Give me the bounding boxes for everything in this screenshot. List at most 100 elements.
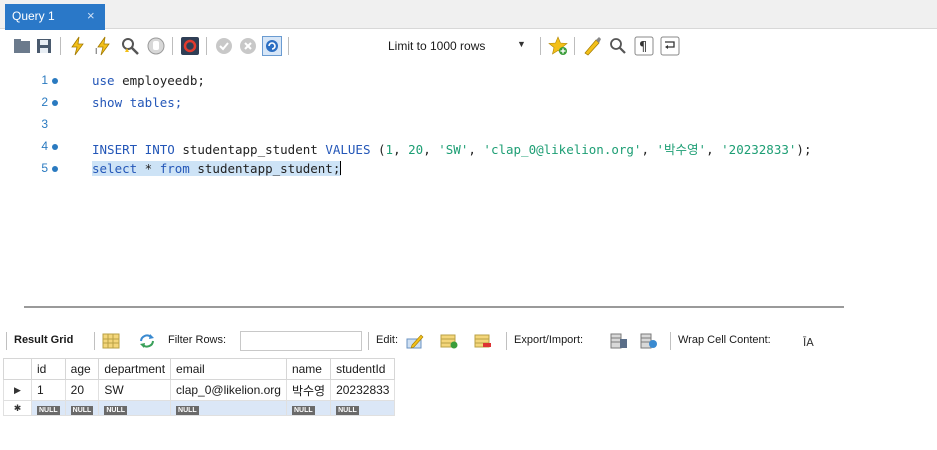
grid-cell[interactable]: NULL bbox=[64, 400, 100, 416]
null-badge: NULL bbox=[104, 406, 128, 415]
code-token: INSERT INTO bbox=[92, 142, 175, 157]
line-number: 1 bbox=[41, 73, 48, 87]
editor-line[interactable]: 1 use employeedb; bbox=[0, 70, 937, 92]
result-grid: id age department email name studentId ▶ 1 20 SW c… bbox=[3, 358, 396, 416]
column-header[interactable]: id bbox=[31, 358, 66, 380]
statement-marker-icon bbox=[52, 78, 58, 84]
column-header[interactable]: email bbox=[170, 358, 287, 380]
folder-icon[interactable] bbox=[12, 36, 32, 56]
svg-text:ĪA: ĪA bbox=[803, 336, 814, 349]
import-icon[interactable] bbox=[640, 333, 658, 349]
edit-label: Edit: bbox=[376, 334, 399, 346]
edit-row-icon[interactable] bbox=[406, 333, 424, 349]
wrap-cell-label: Wrap Cell Content: bbox=[678, 334, 771, 346]
close-tab-icon[interactable]: × bbox=[87, 8, 95, 23]
export-icon[interactable] bbox=[610, 333, 628, 349]
editor-line[interactable]: 3 bbox=[0, 114, 937, 136]
add-snippet-icon[interactable] bbox=[548, 36, 568, 56]
code-token: studentapp_student bbox=[174, 142, 326, 157]
line-number: 2 bbox=[41, 95, 48, 109]
code-token: , bbox=[706, 142, 722, 157]
grid-view-icon[interactable] bbox=[102, 333, 120, 349]
grid-cell[interactable]: 20 bbox=[64, 379, 100, 401]
code-token: 'SW' bbox=[438, 142, 469, 157]
code-token: , bbox=[393, 142, 409, 157]
execute-current-icon[interactable]: I bbox=[94, 36, 114, 56]
result-toolbar: Result Grid Filter Rows: Edit: Export/Im… bbox=[0, 328, 937, 354]
line-number: 4 bbox=[41, 139, 48, 153]
grid-cell[interactable]: NULL bbox=[31, 400, 66, 416]
grid-cell[interactable]: 1 bbox=[31, 379, 66, 401]
rollback-icon[interactable] bbox=[238, 36, 258, 56]
panel-splitter[interactable] bbox=[24, 306, 844, 308]
line-number: 3 bbox=[41, 117, 48, 131]
wrap-icon[interactable] bbox=[660, 36, 680, 56]
chevron-down-icon: ▼ bbox=[517, 39, 526, 49]
code-token: select bbox=[92, 161, 138, 176]
beautify-icon[interactable] bbox=[582, 36, 602, 56]
autocommit-icon[interactable] bbox=[262, 36, 282, 56]
current-row-icon: ▶ bbox=[3, 379, 32, 401]
code-token: VALUES bbox=[325, 142, 371, 157]
code-token: , bbox=[423, 142, 439, 157]
grid-corner bbox=[3, 358, 32, 380]
code-token: '20232833' bbox=[721, 142, 797, 157]
save-icon[interactable] bbox=[34, 36, 54, 56]
filter-rows-input[interactable] bbox=[240, 331, 362, 351]
limit-rows-select[interactable]: Limit to 1000 rows ▼ bbox=[380, 35, 530, 57]
grid-cell[interactable]: NULL bbox=[330, 400, 396, 416]
code-token: studentapp_student; bbox=[189, 161, 341, 176]
column-header[interactable]: age bbox=[64, 358, 100, 380]
new-row-icon: ✱ bbox=[3, 400, 32, 416]
null-badge: NULL bbox=[336, 406, 359, 415]
query-tab-bar: Query 1 × bbox=[0, 0, 937, 30]
statement-marker-icon bbox=[52, 166, 58, 172]
column-header[interactable]: studentId bbox=[330, 358, 396, 380]
column-header[interactable]: department bbox=[98, 358, 172, 380]
code-text: select * from studentapp_student; bbox=[92, 161, 342, 176]
editor-line[interactable]: 4 INSERT INTO studentapp_student VALUES (… bbox=[0, 136, 937, 158]
table-row[interactable]: ▶ 1 20 SW clap_0@likelion.org 박수영 20232833 bbox=[3, 379, 396, 401]
null-badge: NULL bbox=[37, 406, 60, 415]
explain-icon[interactable] bbox=[120, 36, 140, 56]
grid-cell[interactable]: clap_0@likelion.org bbox=[170, 379, 287, 401]
commit-icon[interactable] bbox=[214, 36, 234, 56]
grid-cell[interactable]: 20232833 bbox=[330, 379, 396, 401]
grid-cell[interactable]: SW bbox=[98, 379, 172, 401]
toggle-error-icon[interactable] bbox=[180, 36, 200, 56]
null-badge: NULL bbox=[291, 406, 315, 415]
column-header[interactable]: name bbox=[285, 358, 332, 380]
tab-query-1[interactable]: Query 1 × bbox=[5, 4, 105, 30]
code-token: ( bbox=[370, 142, 386, 157]
code-token: * bbox=[137, 161, 160, 176]
add-row-icon[interactable] bbox=[440, 333, 458, 349]
delete-row-icon[interactable] bbox=[474, 333, 492, 349]
sql-editor-toolbar: I Limit to 1000 rows ▼ ¶ bbox=[0, 30, 937, 62]
code-token: use bbox=[92, 73, 115, 88]
limit-rows-label: Limit to 1000 rows bbox=[388, 39, 486, 53]
sql-editor[interactable]: 1 use employeedb; 2 show tables; 3 4 INSERT IN… bbox=[0, 65, 937, 290]
result-grid-tab[interactable]: Result Grid bbox=[14, 334, 73, 346]
execute-icon[interactable] bbox=[68, 36, 88, 56]
filter-rows-label: Filter Rows: bbox=[168, 334, 227, 346]
code-token: 20 bbox=[408, 142, 424, 157]
wrap-cell-icon[interactable]: ĪA bbox=[800, 333, 818, 349]
editor-line[interactable]: 2 show tables; bbox=[0, 92, 937, 114]
grid-cell[interactable]: NULL bbox=[170, 400, 287, 416]
grid-cell[interactable]: NULL bbox=[98, 400, 172, 416]
refresh-icon[interactable] bbox=[138, 333, 156, 349]
null-badge: NULL bbox=[70, 406, 94, 415]
code-token: , bbox=[641, 142, 657, 157]
grid-cell[interactable]: NULL bbox=[285, 400, 332, 416]
stop-icon[interactable] bbox=[146, 36, 166, 56]
grid-header-row: id age department email name studentId bbox=[3, 358, 396, 380]
invisible-chars-icon[interactable]: ¶ bbox=[634, 36, 654, 56]
editor-line[interactable]: 5 select * from studentapp_student; bbox=[0, 158, 937, 180]
code-token: employeedb; bbox=[114, 73, 205, 88]
grid-cell[interactable]: 박수영 bbox=[285, 379, 332, 401]
export-import-label: Export/Import: bbox=[514, 334, 584, 346]
statement-marker-icon bbox=[52, 144, 58, 150]
find-icon[interactable] bbox=[608, 36, 628, 56]
line-number: 5 bbox=[41, 161, 48, 175]
new-row[interactable]: ✱ NULL NULL NULL NULL NULL NULL bbox=[3, 400, 396, 416]
